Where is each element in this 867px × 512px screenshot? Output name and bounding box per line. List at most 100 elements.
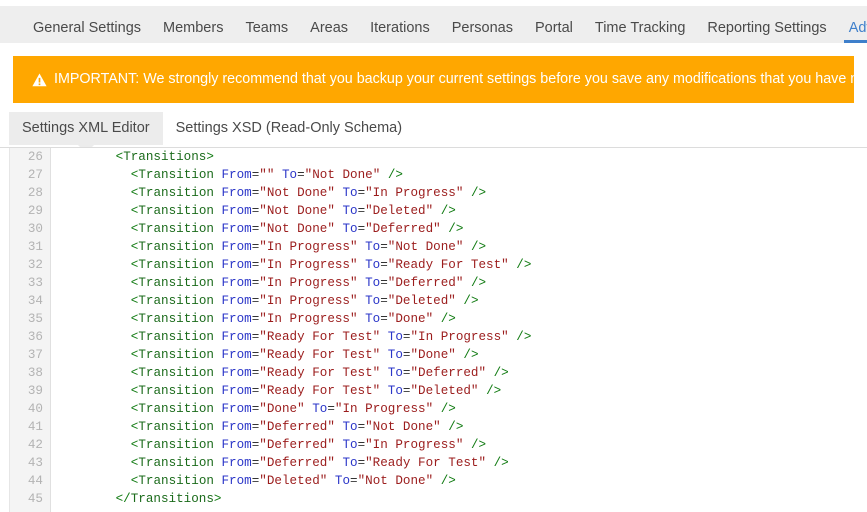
code-token-tag: Transition bbox=[138, 294, 214, 308]
code-token-attr: To bbox=[342, 204, 358, 218]
code-line[interactable]: 43 <Transition From="Deferred" To="Ready … bbox=[0, 454, 867, 472]
code-line[interactable]: 35 <Transition From="In Progress" To="Don… bbox=[0, 310, 867, 328]
code-token-attr: To bbox=[365, 240, 381, 254]
code-line[interactable]: 29 <Transition From="Not Done" To="Delete… bbox=[0, 202, 867, 220]
code-token-eq: = bbox=[380, 276, 388, 290]
code-line-content: <Transition From="In Progress" To="Not D… bbox=[131, 238, 486, 256]
code-token-tag: Transition bbox=[138, 402, 214, 416]
code-line[interactable]: 34 <Transition From="In Progress" To="Del… bbox=[0, 292, 867, 310]
code-token-eq: = bbox=[380, 240, 388, 254]
code-line[interactable]: 33 <Transition From="In Progress" To="Def… bbox=[0, 274, 867, 292]
code-line[interactable]: 31 <Transition From="In Progress" To="Not… bbox=[0, 238, 867, 256]
nav-tab-personas[interactable]: Personas bbox=[441, 20, 524, 44]
code-token-attr: To bbox=[342, 438, 358, 452]
code-token-val: "Ready For Test" bbox=[365, 456, 487, 470]
nav-tab-portal[interactable]: Portal bbox=[524, 19, 584, 44]
line-number: 28 bbox=[27, 186, 43, 200]
code-token-attr: From bbox=[221, 366, 252, 380]
nav-tab-time-tracking[interactable]: Time Tracking bbox=[584, 20, 697, 44]
code-line[interactable]: 41 <Transition From="Deferred" To="Not Do… bbox=[0, 418, 867, 436]
code-line[interactable]: 32 <Transition From="In Progress" To="Rea… bbox=[0, 256, 867, 274]
code-token-attr: To bbox=[387, 384, 403, 398]
line-number: 35 bbox=[27, 312, 43, 326]
code-token-val: "Deferred" bbox=[410, 366, 487, 380]
code-token-eq: = bbox=[357, 186, 366, 200]
nav-tab-members[interactable]: Members bbox=[152, 20, 234, 44]
code-line[interactable]: 28 <Transition From="Not Done" To="In Pro… bbox=[0, 184, 867, 202]
code-line[interactable]: 45 </Transitions> bbox=[0, 490, 867, 508]
subtab-label: Settings XSD (Read-Only Schema) bbox=[175, 119, 403, 136]
line-number: 38 bbox=[27, 366, 43, 380]
code-token-punc: > bbox=[213, 492, 222, 506]
code-token-attr: From bbox=[221, 294, 252, 308]
code-token-attr: From bbox=[221, 474, 252, 488]
code-line[interactable]: 39 <Transition From="Ready For Test" To="… bbox=[0, 382, 867, 400]
code-token-attr: To bbox=[342, 420, 358, 434]
code-token-val: "Ready For Test" bbox=[387, 258, 509, 272]
code-token-tag: Transition bbox=[138, 348, 214, 362]
code-token-tag: Transition bbox=[138, 168, 214, 182]
code-line[interactable]: 30 <Transition From="Not Done" To="Deferr… bbox=[0, 220, 867, 238]
code-token-eq: = bbox=[357, 420, 366, 434]
nav-tab-iterations[interactable]: Iterations bbox=[359, 20, 441, 44]
code-line[interactable]: 37 <Transition From="Ready For Test" To="… bbox=[0, 346, 867, 364]
nav-tab-general-settings[interactable]: General Settings bbox=[22, 20, 152, 44]
subtab-settings-xml-editor[interactable]: Settings XML Editor bbox=[9, 111, 163, 154]
nav-tab-label: Portal bbox=[534, 19, 573, 36]
code-token-val: "Ready For Test" bbox=[259, 348, 381, 362]
nav-tab-advanced-settings[interactable]: Advanced Settings bbox=[838, 20, 867, 44]
settings-xml-editor[interactable]: 26 <Transitions> 27 <Transition From="" To=… bbox=[0, 148, 867, 512]
code-token-attr: From bbox=[221, 384, 252, 398]
nav-tab-areas[interactable]: Areas bbox=[299, 20, 359, 44]
code-line[interactable]: 27 <Transition From="" To="Not Done" /> bbox=[0, 166, 867, 184]
code-line[interactable]: 42 <Transition From="Deferred" To="In Pro… bbox=[0, 436, 867, 454]
code-token-punc: /> bbox=[470, 186, 487, 200]
code-line[interactable]: 40 <Transition From="Done" To="In Progres… bbox=[0, 400, 867, 418]
code-line[interactable]: 36 <Transition From="Ready For Test" To="… bbox=[0, 328, 867, 346]
code-token-val: "Deferred" bbox=[259, 438, 335, 452]
code-token-punc: /> bbox=[463, 294, 479, 308]
code-token-attr: From bbox=[221, 438, 252, 452]
code-token-tag: Transitions bbox=[130, 492, 214, 506]
code-token-punc: /> bbox=[486, 384, 502, 398]
code-line[interactable]: 38 <Transition From="Ready For Test" To="… bbox=[0, 364, 867, 382]
line-number: 42 bbox=[27, 438, 43, 452]
nav-tab-reporting-settings[interactable]: Reporting Settings bbox=[696, 20, 837, 44]
code-token-val: "In Progress" bbox=[259, 276, 358, 290]
nav-tab-teams[interactable]: Teams bbox=[234, 20, 299, 44]
code-line-content: <Transition From="Deferred" To="Not Done… bbox=[131, 418, 464, 436]
code-token-attr: From bbox=[221, 456, 252, 470]
editor-code-lines[interactable]: 26 <Transitions> 27 <Transition From="" To=… bbox=[0, 148, 867, 508]
code-line-content: <Transition From="Deferred" To="Ready Fo… bbox=[131, 454, 509, 472]
line-number: 26 bbox=[27, 150, 43, 164]
code-line[interactable]: 44 <Transition From="Deleted" To="Not Don… bbox=[0, 472, 867, 490]
line-number: 33 bbox=[27, 276, 43, 290]
code-token-punc: /> bbox=[516, 330, 532, 344]
code-token-attr: To bbox=[365, 312, 381, 326]
code-token-tag: Transition bbox=[138, 456, 214, 470]
code-token-punc: > bbox=[206, 150, 214, 164]
code-token-val: "In Progress" bbox=[334, 402, 434, 416]
code-token-val: "In Progress" bbox=[259, 240, 358, 254]
code-token-tag: Transition bbox=[138, 222, 214, 236]
code-line-content: <Transition From="Not Done" To="Deleted"… bbox=[131, 202, 456, 220]
code-token-tag: Transition bbox=[138, 384, 214, 398]
code-token-val: "In Progress" bbox=[259, 258, 358, 272]
code-token-val: "Deferred" bbox=[365, 222, 441, 236]
code-token-attr: To bbox=[312, 402, 328, 416]
code-line[interactable]: 26 <Transitions> bbox=[0, 148, 867, 166]
subtab-settings-xsd-read-only-schema-[interactable]: Settings XSD (Read-Only Schema) bbox=[163, 112, 415, 146]
code-line-content: <Transition From="Ready For Test" To="In… bbox=[131, 328, 532, 346]
